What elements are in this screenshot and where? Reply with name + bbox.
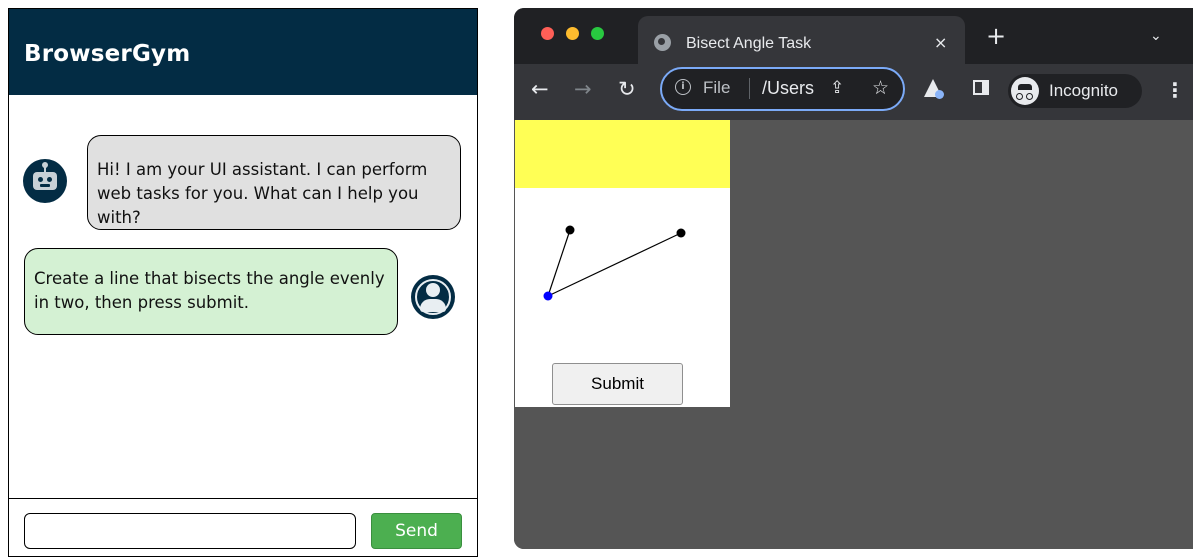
angle-ray-long <box>547 232 682 297</box>
task-query-bar <box>515 120 730 188</box>
incognito-label: Incognito <box>1049 81 1118 100</box>
address-divider <box>749 78 750 99</box>
chat-header: BrowserGym <box>9 9 477 95</box>
incognito-icon <box>1011 77 1039 105</box>
reload-button[interactable]: ↻ <box>618 77 636 101</box>
back-button[interactable]: ← <box>531 77 549 101</box>
browser-window: Bisect Angle Task × + ⌄ ← → ↻ i File /Us… <box>514 8 1193 549</box>
chevron-down-icon[interactable]: ⌄ <box>1150 28 1162 44</box>
user-message: Create a line that bisects the angle eve… <box>24 248 398 335</box>
incognito-badge[interactable]: Incognito <box>1008 74 1142 108</box>
url-scheme-label: File <box>703 78 731 97</box>
tab-title: Bisect Angle Task <box>686 35 812 52</box>
window-close-button[interactable] <box>541 27 554 40</box>
url-text[interactable]: /Users <box>762 78 818 99</box>
globe-icon <box>654 34 671 51</box>
angle-canvas[interactable] <box>515 188 730 358</box>
close-tab-icon[interactable]: × <box>934 33 947 52</box>
tab-bisect-angle-task[interactable]: Bisect Angle Task × <box>638 16 965 64</box>
chat-input[interactable] <box>24 513 356 549</box>
window-minimize-button[interactable] <box>566 27 579 40</box>
chat-panel: BrowserGym Hi! I am your UI assistant. I… <box>8 8 478 557</box>
angle-point-long[interactable] <box>676 228 686 238</box>
info-icon[interactable]: i <box>675 79 691 95</box>
star-icon[interactable]: ☆ <box>872 77 889 99</box>
new-tab-button[interactable]: + <box>986 24 1006 48</box>
user-icon <box>411 275 455 319</box>
angle-point-short[interactable] <box>565 225 575 235</box>
angle-ray-short <box>547 229 571 297</box>
side-panel-icon[interactable] <box>973 80 989 95</box>
labs-badge-icon <box>935 90 944 99</box>
submit-button[interactable]: Submit <box>552 363 683 405</box>
browser-menu-icon[interactable]: ⋮ <box>1165 78 1185 102</box>
chat-title: BrowserGym <box>24 41 191 67</box>
task-area: Submit <box>515 120 730 407</box>
robot-icon <box>23 159 67 203</box>
address-bar[interactable]: i File /Users ⇪ ☆ <box>660 67 905 111</box>
tab-bar: Bisect Angle Task × + ⌄ <box>514 8 1193 64</box>
page-viewport: Submit <box>514 120 1193 549</box>
chat-footer: Send <box>9 498 477 557</box>
assistant-message: Hi! I am your UI assistant. I can perfor… <box>87 135 461 230</box>
browser-toolbar: ← → ↻ i File /Users ⇪ ☆ Incognito ⋮ <box>514 64 1193 120</box>
window-maximize-button[interactable] <box>591 27 604 40</box>
forward-button[interactable]: → <box>574 77 592 101</box>
share-icon[interactable]: ⇪ <box>830 78 844 98</box>
chat-messages: Hi! I am your UI assistant. I can perfor… <box>9 95 477 498</box>
angle-vertex[interactable] <box>543 291 553 301</box>
send-button[interactable]: Send <box>371 513 462 549</box>
